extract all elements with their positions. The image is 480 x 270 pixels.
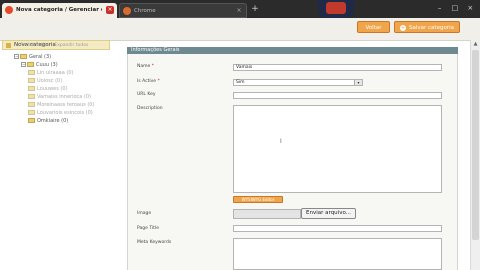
tree-node[interactable]: Louvariois esincois (0)	[28, 110, 93, 117]
meta-keywords-label: Meta Keywords	[137, 240, 172, 245]
tree-node-label: Lin uiraaaa (0)	[37, 70, 74, 76]
tab-title: Nova categoria / Gerenciar categ	[16, 7, 102, 13]
tree-node[interactable]: − Geral (3)	[14, 54, 51, 61]
name-label: Name *	[137, 64, 154, 69]
is-active-value: Sim	[236, 80, 245, 85]
collapse-icon[interactable]: −	[21, 62, 26, 67]
meta-keywords-textarea[interactable]	[233, 238, 442, 270]
folder-icon	[28, 86, 35, 91]
logo	[318, 0, 354, 18]
tree-node[interactable]: Moreinaass teroaus (0)	[28, 102, 94, 109]
folder-icon	[27, 62, 34, 67]
url-key-label: URL Key	[137, 92, 156, 97]
page-title-field[interactable]	[233, 225, 442, 232]
tree-node[interactable]: Uoiosc (0)	[28, 78, 62, 85]
scrollbar-thumb[interactable]	[472, 50, 479, 240]
is-active-label: Is Active *	[137, 79, 160, 84]
page-scrollbar[interactable]: ▲	[470, 40, 480, 270]
file-upload-button[interactable]: Enviar arquivo...	[301, 208, 356, 219]
wysiwyg-editor-button[interactable]: WYSIWYG Editor	[233, 196, 283, 203]
folder-icon	[28, 70, 35, 75]
save-category-button[interactable]: + Salvar categoria	[394, 21, 460, 33]
scroll-up-icon[interactable]: ▲	[471, 40, 480, 48]
folder-icon	[28, 102, 35, 107]
close-window-icon[interactable]: ×	[463, 2, 478, 14]
site-favicon-icon	[123, 7, 131, 15]
tab-title: Chrome	[134, 8, 156, 14]
tree-node-label: Geral (3)	[29, 54, 52, 60]
name-field[interactable]: Vamais	[233, 64, 442, 71]
category-icon	[6, 43, 11, 48]
close-tab-icon[interactable]: ×	[106, 6, 114, 14]
tree-node-label: Cuuu (3)	[36, 62, 58, 68]
minimize-icon[interactable]: –	[432, 2, 447, 14]
collapse-all-link[interactable]: Fechar todos	[20, 43, 49, 48]
expand-all-link[interactable]: Expandir todos	[54, 43, 88, 48]
tree-node-label: Omkiaire (0)	[37, 118, 69, 124]
description-label: Description	[137, 106, 163, 111]
maximize-icon[interactable]: □	[447, 2, 462, 14]
plus-icon: +	[400, 24, 406, 31]
folder-icon	[28, 78, 35, 83]
tree-node-label: Moreinaass teroaus (0)	[37, 102, 95, 108]
tree-links: Fechar todos Expandir todos	[20, 43, 92, 48]
browser-tab[interactable]: Chrome ×	[119, 3, 247, 18]
tree-node[interactable]: Vamaiss innerioca (0)	[28, 94, 91, 101]
chevron-down-icon: ▾	[354, 80, 362, 85]
new-tab-button[interactable]: +	[250, 4, 260, 15]
tree-node-label: Vamaiss innerioca (0)	[37, 94, 92, 100]
back-button[interactable]: Voltar	[357, 21, 390, 33]
tree-node-label: Louuwes (0)	[37, 86, 68, 92]
image-label: Image	[137, 211, 152, 216]
description-textarea[interactable]	[233, 105, 442, 193]
folder-icon	[20, 54, 27, 59]
tree-node[interactable]: − Cuuu (3)	[21, 62, 58, 69]
tree-node[interactable]: Louuwes (0)	[28, 86, 68, 93]
url-key-field[interactable]	[233, 92, 442, 99]
admin-header: Nova categoria Voltar + Salvar categoria	[0, 18, 480, 50]
text-cursor-icon: I	[280, 138, 282, 145]
image-file-path	[233, 209, 301, 219]
site-favicon-icon	[5, 6, 13, 14]
window-controls: – □ ×	[432, 2, 478, 14]
section-header: Informações Gerais	[127, 47, 458, 54]
tree-node[interactable]: Lin uiraaaa (0)	[28, 70, 73, 77]
close-tab-icon[interactable]: ×	[235, 7, 243, 15]
save-category-label: Salvar categoria	[409, 25, 454, 31]
collapse-icon[interactable]: −	[14, 54, 19, 59]
folder-icon	[28, 94, 35, 99]
folder-icon	[28, 118, 35, 123]
folder-icon	[28, 110, 35, 115]
browser-tab-strip: Nova categoria / Gerenciar categ × Chrom…	[0, 0, 480, 18]
tree-node-label: Louvariois esincois (0)	[37, 110, 93, 116]
browser-tab-active[interactable]: Nova categoria / Gerenciar categ ×	[2, 3, 117, 18]
page-title-label: Page Title	[137, 226, 159, 231]
tree-node-label: Uoiosc (0)	[37, 78, 63, 84]
is-active-select[interactable]: Sim ▾	[233, 79, 363, 86]
tree-node[interactable]: Omkiaire (0)	[28, 118, 68, 125]
